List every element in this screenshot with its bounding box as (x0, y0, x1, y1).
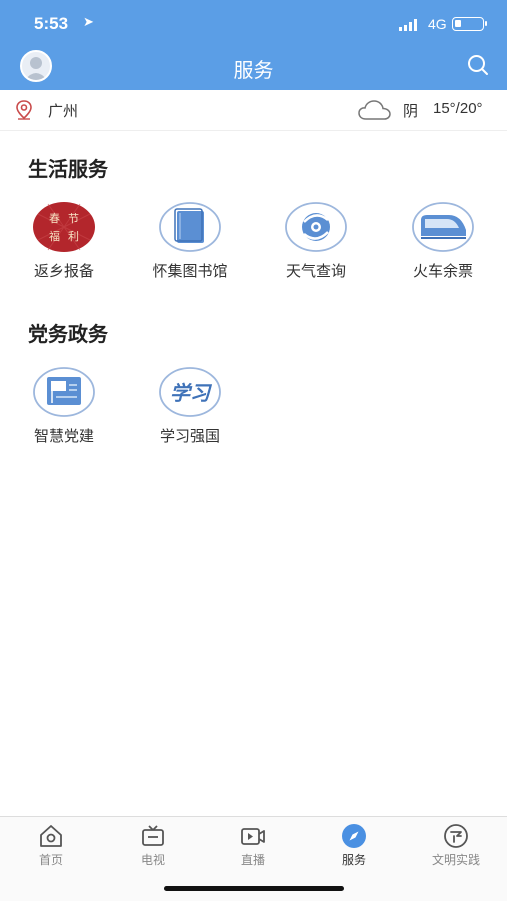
cloudy-icon (358, 100, 391, 120)
location-pin-icon[interactable] (15, 100, 33, 120)
home-icon (40, 825, 62, 847)
tile-label: 天气查询 (285, 262, 346, 280)
tab-label: 电视 (140, 853, 165, 867)
tile-label: 返乡报备 (33, 262, 94, 280)
service-tile-library[interactable]: 怀集图书馆 (140, 200, 240, 281)
tab-label: 直播 (240, 853, 265, 867)
festival-char-3: 福 (49, 229, 60, 243)
section-title-life-services: 生活服务 (28, 157, 108, 181)
spring-festival-icon: 春 节 福 利 (33, 202, 95, 252)
service-tile-xuexi-qiangguo[interactable]: 学习 学习强国 (140, 365, 240, 446)
status-bar: 5:53 ➤ 4G (0, 0, 507, 48)
tile-label: 怀集图书馆 (152, 262, 228, 280)
nav-bar: 服务 (0, 48, 507, 90)
train-icon (412, 202, 474, 252)
compass-icon (342, 824, 366, 848)
battery-icon (452, 17, 487, 31)
location-arrow-icon: ➤ (83, 15, 94, 30)
xuexi-chars: 学习 (170, 381, 213, 405)
search-icon[interactable] (466, 53, 490, 77)
service-tile-hometown-report[interactable]: 春 节 福 利 返乡报备 (14, 200, 114, 281)
network-type: 4G (428, 16, 447, 32)
location-weather-bar: 广州 阴 15°/20° (0, 90, 507, 131)
live-video-icon (241, 828, 265, 845)
tv-icon (142, 825, 164, 846)
status-time: 5:53 (34, 14, 69, 33)
tab-civilization-practice[interactable]: 文明实践 (416, 823, 496, 868)
festival-char-1: 春 (49, 212, 60, 225)
weather-condition: 阴 (403, 102, 419, 120)
signal-icon (399, 19, 417, 31)
tile-label: 火车余票 (412, 262, 473, 280)
tab-home[interactable]: 首页 (11, 823, 91, 868)
home-indicator[interactable] (164, 886, 344, 891)
tile-label: 智慧党建 (33, 427, 94, 445)
section-title-party-affairs: 党务政务 (28, 322, 108, 346)
tab-label: 服务 (341, 853, 366, 867)
service-tile-weather[interactable]: 天气查询 (266, 200, 366, 281)
festival-char-4: 利 (68, 230, 79, 243)
tab-tv[interactable]: 电视 (113, 823, 193, 868)
library-book-icon (159, 202, 221, 252)
weather-swirl-icon (285, 202, 347, 252)
city-name[interactable]: 广州 (48, 100, 78, 121)
xuexi-calligraphy-icon: 学习 (159, 367, 221, 417)
tab-label: 文明实践 (431, 853, 480, 867)
tile-label: 学习强国 (159, 427, 220, 445)
festival-char-2: 节 (68, 212, 79, 225)
temperature-range: 15°/20° (433, 100, 483, 117)
tab-service[interactable]: 服务 (314, 823, 394, 868)
service-tile-train-tickets[interactable]: 火车余票 (393, 200, 493, 281)
practice-icon (444, 824, 468, 848)
service-tile-smart-party[interactable]: 智慧党建 (14, 365, 114, 446)
tab-live[interactable]: 直播 (213, 823, 293, 868)
party-flag-icon (33, 367, 95, 417)
page-title: 服务 (233, 58, 274, 82)
tab-label: 首页 (38, 853, 63, 867)
